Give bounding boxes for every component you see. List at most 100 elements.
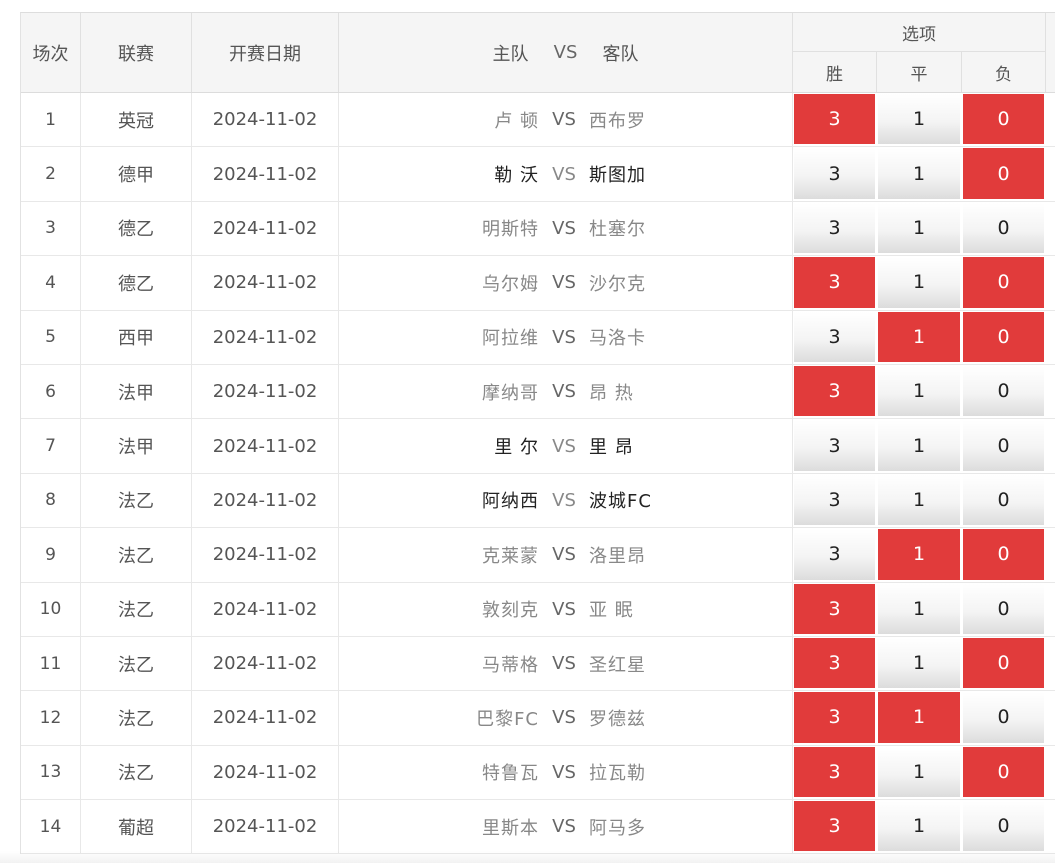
vs-label: VS <box>552 707 576 729</box>
away-team: 洛里昂 <box>589 545 646 567</box>
table-row: 2 德甲 2024-11-02 勒 沃 VS 斯图加 3 1 0 <box>21 147 1055 202</box>
start-date: 2024-11-02 <box>192 691 339 745</box>
option-draw-button[interactable]: 1 <box>878 148 960 199</box>
option-lose-button[interactable]: 0 <box>963 420 1044 471</box>
match-no: 11 <box>21 636 81 691</box>
league: 法甲 <box>81 419 192 473</box>
vs-label: VS <box>552 163 576 185</box>
away-team: 圣红星 <box>589 654 646 676</box>
option-lose-button[interactable]: 0 <box>963 801 1044 852</box>
teams: 摩纳哥 VS 昂 热 <box>339 364 793 419</box>
option-win-button[interactable]: 3 <box>794 529 875 580</box>
table-row: 7 法甲 2024-11-02 里 尔 VS 里 昂 310 <box>21 419 1055 474</box>
header-options: 选项 <box>793 13 1046 52</box>
option-lose-button[interactable]: 0 <box>963 257 1044 308</box>
table-row: 9 法乙 2024-11-02 克莱蒙 VS 洛里昂 3 1 0 <box>21 528 1055 583</box>
option-win-button[interactable]: 3 <box>794 420 875 471</box>
option-draw-button[interactable]: 1 <box>878 257 960 308</box>
away-team: 杜塞尔 <box>589 219 646 241</box>
option-win-button[interactable]: 3 <box>794 692 875 743</box>
vs-label: VS <box>552 816 576 838</box>
option-draw-button[interactable]: 1 <box>878 202 960 254</box>
option-lose-button[interactable]: 0 <box>963 692 1044 743</box>
start-date: 2024-11-02 <box>192 636 339 691</box>
vs-label: VS <box>552 653 576 675</box>
start-date: 2024-11-02 <box>192 93 339 147</box>
start-date: 2024-11-02 <box>192 528 339 582</box>
option-win-button[interactable]: 3 <box>794 202 875 254</box>
table-body: 1 英冠 2024-11-02 卢 顿 VS 西布罗 3 1 0 2 德甲 2024-11-02 勒 沃… <box>21 93 1055 855</box>
match-no: 7 <box>21 419 81 473</box>
option-lose-button[interactable]: 0 <box>963 202 1044 254</box>
option-draw-button[interactable]: 1 <box>878 801 960 852</box>
match-no: 5 <box>21 310 81 364</box>
option-win-button[interactable]: 3 <box>794 474 875 526</box>
league: 德乙 <box>81 256 192 310</box>
option-win-button[interactable]: 3 <box>794 583 875 634</box>
league: 法乙 <box>81 473 192 528</box>
table-row: 5 西甲 2024-11-02 阿拉维 VS 马洛卡 3 1 0 <box>21 310 1055 365</box>
option-draw-button[interactable]: 1 <box>878 420 960 471</box>
vs-label: VS <box>552 435 576 457</box>
option-lose-button[interactable]: 0 <box>963 583 1044 634</box>
header-away: 客队 <box>602 43 639 65</box>
option-draw-button[interactable]: 1 <box>878 583 960 634</box>
header-league: 联赛 <box>81 13 192 92</box>
match-no: 8 <box>21 473 81 528</box>
option-draw-button[interactable]: 1 <box>878 365 960 417</box>
option-draw-button[interactable]: 1 <box>878 746 960 798</box>
header-date: 开赛日期 <box>192 13 339 92</box>
option-win-button[interactable]: 3 <box>794 257 875 308</box>
home-team: 里 尔 <box>494 437 539 459</box>
option-win-button[interactable]: 3 <box>794 148 875 199</box>
option-lose-button[interactable]: 0 <box>963 94 1044 145</box>
league: 法乙 <box>81 528 192 582</box>
option-win-button[interactable]: 3 <box>794 746 875 798</box>
teams: 特鲁瓦 VS 拉瓦勒 <box>339 745 793 800</box>
option-lose-button[interactable]: 0 <box>963 637 1044 689</box>
option-draw-button[interactable]: 1 <box>878 474 960 526</box>
option-draw-button[interactable]: 1 <box>878 637 960 689</box>
option-lose-button[interactable]: 0 <box>963 474 1044 526</box>
option-lose-button[interactable]: 0 <box>963 148 1044 199</box>
option-draw-button[interactable]: 1 <box>878 529 960 580</box>
option-win-button[interactable]: 3 <box>794 311 875 362</box>
start-date: 2024-11-02 <box>192 582 339 636</box>
teams: 卢 顿 VS 西布罗 <box>339 93 793 147</box>
start-date: 2024-11-02 <box>192 256 339 310</box>
option-win-button[interactable]: 3 <box>794 801 875 852</box>
league: 德乙 <box>81 201 192 256</box>
home-team: 特鲁瓦 <box>482 763 539 785</box>
header-lose: 负 <box>962 52 1046 92</box>
table-row: 4 德乙 2024-11-02 乌尔姆 VS 沙尔克 3 1 0 <box>21 256 1055 311</box>
option-win-button[interactable]: 3 <box>794 94 875 145</box>
option-win-button[interactable]: 3 <box>794 365 875 417</box>
home-team: 巴黎FC <box>476 708 539 730</box>
start-date: 2024-11-02 <box>192 419 339 473</box>
start-date: 2024-11-02 <box>192 745 339 800</box>
league: 法甲 <box>81 364 192 419</box>
option-lose-button[interactable]: 0 <box>963 311 1044 362</box>
option-draw-button[interactable]: 1 <box>878 311 960 362</box>
option-lose-button[interactable]: 0 <box>963 529 1044 580</box>
option-win-button[interactable]: 3 <box>794 637 875 689</box>
league: 法乙 <box>81 636 192 691</box>
vs-label: VS <box>552 544 576 566</box>
vs-label: VS <box>552 761 576 783</box>
away-team: 拉瓦勒 <box>589 763 646 785</box>
away-team: 波城FC <box>589 491 652 513</box>
option-lose-button[interactable]: 0 <box>963 746 1044 798</box>
teams: 阿纳西 VS 波城FC <box>339 473 793 528</box>
vs-label: VS <box>552 489 576 511</box>
match-no: 10 <box>21 582 81 636</box>
option-draw-button[interactable]: 1 <box>878 692 960 743</box>
vs-label: VS <box>552 109 576 131</box>
home-team: 乌尔姆 <box>482 273 539 295</box>
header-draw: 平 <box>877 52 962 92</box>
vs-label: VS <box>552 272 576 294</box>
home-team: 马蒂格 <box>482 654 539 676</box>
match-no: 9 <box>21 528 81 582</box>
option-lose-button[interactable]: 0 <box>963 365 1044 417</box>
league: 法乙 <box>81 582 192 636</box>
option-draw-button[interactable]: 1 <box>878 94 960 145</box>
